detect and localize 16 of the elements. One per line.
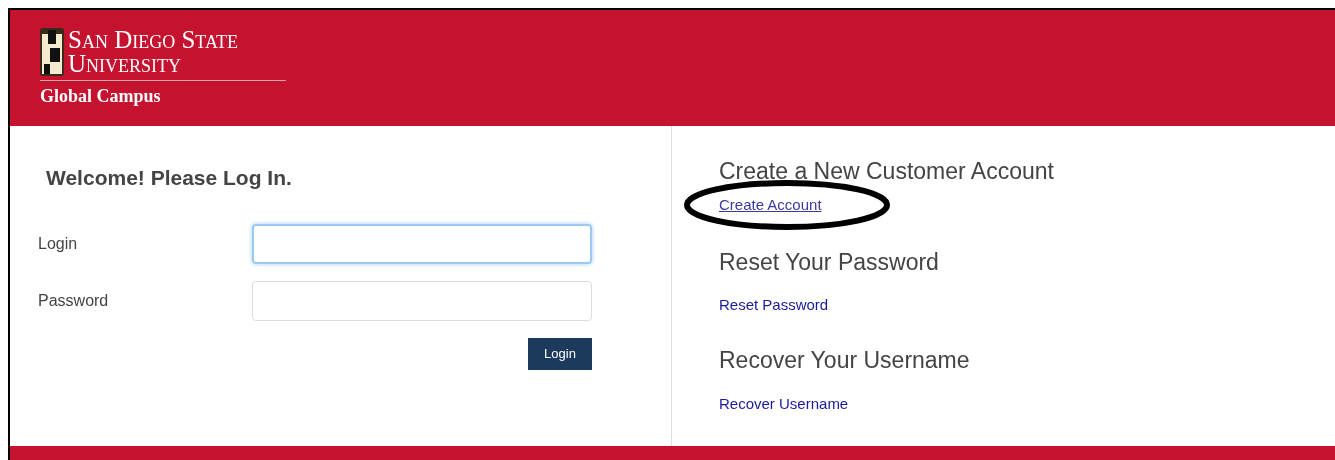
tower-logo-icon <box>40 28 64 76</box>
account-link[interactable]: Create Account <box>719 195 822 213</box>
section-heading: Create a New Customer Account <box>719 157 1054 186</box>
input-field[interactable] <box>252 223 592 264</box>
account-link[interactable]: Reset Password <box>719 296 829 313</box>
login-button[interactable]: Login <box>528 337 592 370</box>
field-label: Password <box>38 290 110 311</box>
account-link[interactable]: Recover Username <box>719 394 849 412</box>
logo-wordmark-line: University <box>68 52 183 76</box>
logo-subtitle: Global Campus <box>40 86 161 106</box>
section-heading: Recover Your Username <box>719 346 971 375</box>
field-label: Login <box>38 233 79 254</box>
section-heading: Reset Your Password <box>719 247 940 277</box>
input-field[interactable] <box>252 280 592 321</box>
logo-wordmark-line: San Diego State <box>68 28 238 52</box>
login-title: Welcome! Please Log In. <box>46 165 293 191</box>
